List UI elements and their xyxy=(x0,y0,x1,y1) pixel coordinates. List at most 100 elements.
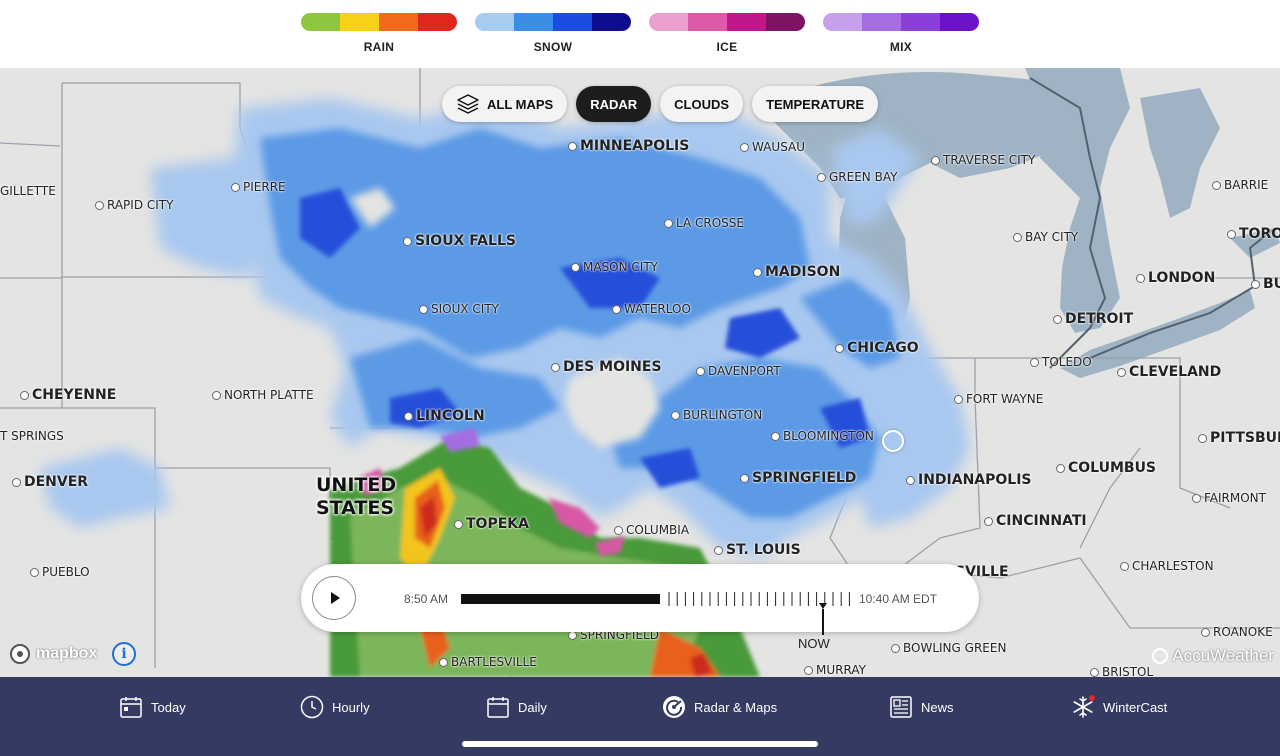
city-name: TORON xyxy=(1239,226,1280,242)
city-lincoln: LINCOLN xyxy=(404,408,485,424)
timeline-start-time: 8:50 AM xyxy=(404,592,449,606)
country-label-line1: UNITED xyxy=(316,474,397,496)
nav-radar-maps-label: Radar & Maps xyxy=(694,699,778,715)
city-dot xyxy=(20,390,29,400)
play-icon xyxy=(331,592,340,604)
legend-snow-bar xyxy=(475,13,631,31)
temperature-button[interactable]: TEMPERATURE xyxy=(752,86,879,122)
timeline-playhead[interactable] xyxy=(822,609,824,635)
city-topeka: TOPEKA xyxy=(454,516,529,532)
city-dot xyxy=(771,431,780,441)
city-dot xyxy=(817,172,826,182)
city-name: BURLINGTON xyxy=(683,408,763,422)
nav-news-label: News xyxy=(921,699,954,715)
info-icon[interactable]: i xyxy=(112,642,136,666)
city-dot xyxy=(1227,229,1236,239)
city-fort-wayne: FORT WAYNE xyxy=(954,392,1043,406)
nav-hourly[interactable]: Hourly xyxy=(300,695,370,719)
all-maps-button[interactable]: ALL MAPS xyxy=(442,86,568,122)
current-location-marker[interactable] xyxy=(882,430,904,452)
city-bowling-green: BOWLING GREEN xyxy=(891,641,1006,655)
radar-map[interactable]: UNITED STATES MINNEAPOLIS WAUSAU TRAVERS… xyxy=(0,68,1280,677)
city-name: BOWLING GREEN xyxy=(903,641,1007,655)
legend-swatch xyxy=(379,13,418,31)
city-name: PIERRE xyxy=(243,180,286,194)
city-name: PUEBLO xyxy=(42,565,90,579)
city-name: CHICAGO xyxy=(847,340,919,356)
timeline-scrubber[interactable]: NOW xyxy=(461,589,851,651)
city-name: RAPID CITY xyxy=(107,198,174,212)
city-name: MINNEAPOLIS xyxy=(580,138,690,154)
home-indicator[interactable] xyxy=(462,741,818,747)
city-dot xyxy=(454,519,463,529)
clouds-button[interactable]: CLOUDS xyxy=(660,86,744,122)
city-mason-city: MASON CITY xyxy=(571,260,658,274)
nav-today[interactable]: Today xyxy=(119,695,186,719)
city-name: MADISON xyxy=(765,264,841,280)
city-dot xyxy=(212,390,221,400)
city-barrie: BARRIE xyxy=(1212,178,1268,192)
city-dot xyxy=(12,477,21,487)
city-name: INDIANAPOLIS xyxy=(918,472,1032,488)
city-name: TRAVERSE CITY xyxy=(943,153,1036,167)
legend-ice: ICE xyxy=(649,13,805,54)
nav-wintercast[interactable]: WinterCast xyxy=(1071,695,1167,719)
city-dot xyxy=(1198,433,1207,443)
legend-swatch xyxy=(649,13,688,31)
city-name: SIOUX CITY xyxy=(431,302,499,316)
mapbox-logo-dot xyxy=(17,651,23,657)
precip-legend: RAIN SNOW ICE MIX xyxy=(0,0,1280,68)
city-dot xyxy=(671,410,680,420)
city-name: DENVER xyxy=(24,474,89,490)
city-sioux-falls: SIOUX FALLS xyxy=(403,233,516,249)
city-name: BAY CITY xyxy=(1025,230,1079,244)
nav-daily[interactable]: Daily xyxy=(486,695,547,719)
legend-swatch xyxy=(823,13,862,31)
map-type-selector: ALL MAPS RADAR CLOUDS TEMPERATURE xyxy=(442,86,879,122)
city-name: DETROIT xyxy=(1065,311,1134,327)
city-minneapolis: MINNEAPOLIS xyxy=(568,138,689,154)
city-dot xyxy=(612,304,621,314)
city-dot xyxy=(954,394,963,404)
legend-swatch xyxy=(514,13,553,31)
nav-news[interactable]: News xyxy=(889,695,954,719)
city-denver: DENVER xyxy=(12,474,88,490)
city-pueblo: PUEBLO xyxy=(30,565,90,579)
city-t-springs: T SPRINGS xyxy=(0,429,64,443)
city-dot xyxy=(753,267,762,277)
city-dot xyxy=(740,142,749,152)
country-label: UNITED STATES xyxy=(316,474,396,520)
city-dot xyxy=(835,343,844,353)
legend-snow-label: SNOW xyxy=(533,40,573,54)
mapbox-attribution[interactable]: mapbox xyxy=(10,644,97,664)
layers-icon xyxy=(457,94,479,114)
radar-button[interactable]: RADAR xyxy=(576,86,652,122)
legend-ice-label: ICE xyxy=(716,40,738,54)
legend-swatch xyxy=(475,13,514,31)
city-des-moines: DES MOINES xyxy=(551,359,662,375)
legend-swatch xyxy=(301,13,340,31)
legend-swatch xyxy=(592,13,631,31)
radar-timeline: 8:50 AM NOW 10:40 AM EDT xyxy=(301,564,979,651)
city-name: MURRAY xyxy=(816,663,866,677)
city-gillette: GILLETTE xyxy=(0,184,56,198)
city-dot xyxy=(95,200,104,210)
city-dot xyxy=(804,665,813,675)
city-name: NORTH PLATTE xyxy=(224,388,314,402)
city-dot xyxy=(1120,561,1129,571)
city-name: MASON CITY xyxy=(583,260,658,274)
nav-wintercast-label: WinterCast xyxy=(1103,699,1168,715)
timeline-progress-fill xyxy=(461,594,660,604)
city-dot xyxy=(231,182,240,192)
play-button[interactable] xyxy=(312,576,356,620)
city-north-platte: NORTH PLATTE xyxy=(212,388,314,402)
nav-radar-maps[interactable]: Radar & Maps xyxy=(662,695,777,719)
city-traverse-city: TRAVERSE CITY xyxy=(931,153,1035,167)
legend-swatch xyxy=(553,13,592,31)
city-dot xyxy=(664,218,673,228)
city-dot xyxy=(1192,493,1201,503)
legend-rain-bar xyxy=(301,13,457,31)
city-london: LONDON xyxy=(1136,270,1215,286)
city-dot xyxy=(403,236,412,246)
city-name: COLUMBUS xyxy=(1068,460,1157,476)
